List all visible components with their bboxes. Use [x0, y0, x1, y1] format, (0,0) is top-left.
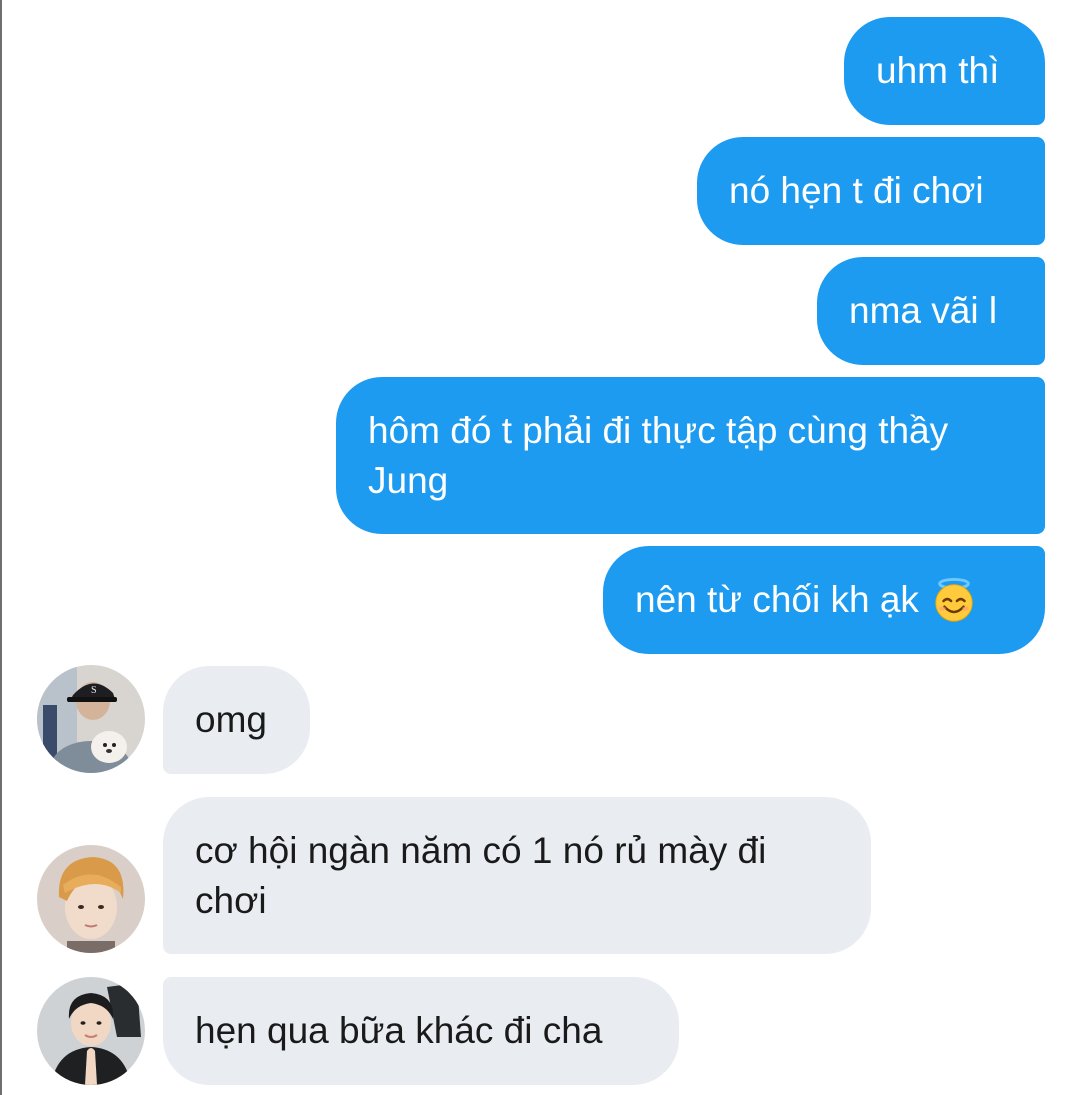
outgoing-message[interactable]: nó hẹn t đi chơi: [697, 137, 1045, 245]
avatar-photo: [37, 977, 145, 1085]
avatar-photo: [37, 845, 145, 953]
incoming-message[interactable]: hẹn qua bữa khác đi cha: [163, 977, 679, 1085]
frame-edge: [0, 0, 2, 1095]
outgoing-message[interactable]: uhm thì: [844, 17, 1045, 125]
smiling-face-with-halo-icon: [935, 577, 973, 622]
avatar[interactable]: [37, 977, 145, 1085]
message-text: nó hẹn t đi chơi: [729, 170, 984, 211]
outgoing-message[interactable]: nên từ chối kh ạk: [603, 546, 1045, 654]
avatar[interactable]: [37, 845, 145, 953]
message-text: cơ hội ngàn năm có 1 nó rủ mày đi chơi: [195, 829, 767, 921]
message-text: omg: [195, 699, 267, 740]
message-text: hẹn qua bữa khác đi cha: [195, 1010, 603, 1051]
outgoing-message[interactable]: nma vãi l: [817, 257, 1045, 365]
message-text: hôm đó t phải đi thực tập cùng thầy Jung: [368, 409, 949, 501]
incoming-message[interactable]: omg: [163, 666, 310, 774]
cap-logo: S: [91, 685, 97, 696]
message-text: nma vãi l: [849, 290, 998, 331]
message-text: nên từ chối kh ạk: [635, 579, 919, 620]
incoming-message[interactable]: cơ hội ngàn năm có 1 nó rủ mày đi chơi: [163, 797, 871, 954]
outgoing-message[interactable]: hôm đó t phải đi thực tập cùng thầy Jung: [336, 377, 1045, 534]
avatar[interactable]: S: [37, 665, 145, 773]
avatar-photo: S: [37, 665, 145, 773]
message-text: uhm thì: [876, 50, 1000, 91]
